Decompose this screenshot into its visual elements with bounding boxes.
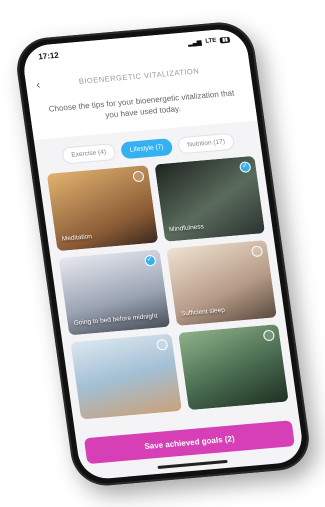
page-title: BIOENERGETIC VITALIZATION (77, 65, 200, 85)
tip-card[interactable] (69, 332, 181, 419)
tip-card-bed-before-midnight[interactable]: ✓ Going to bed before midnight (58, 248, 170, 335)
back-arrow-icon[interactable]: ‹ (35, 76, 53, 91)
battery-icon: ▮▮ (219, 36, 230, 43)
phone-frame: 17:12 ▂▄▆ LTE ▮▮ ‹ BIOENERGETIC VITALIZA… (12, 19, 313, 488)
home-indicator (156, 459, 228, 469)
tip-card[interactable] (177, 323, 289, 410)
tab-nutrition[interactable]: Nutrition (17) (176, 131, 235, 154)
phone-mockup: 17:12 ▂▄▆ LTE ▮▮ ‹ BIOENERGETIC VITALIZA… (0, 0, 325, 507)
save-goals-button[interactable]: Save achieved goals (2) (83, 419, 295, 464)
tip-card-meditation[interactable]: Meditation (46, 164, 158, 251)
tip-card-sufficient-sleep[interactable]: Sufficient sleep (165, 239, 277, 326)
app-screen: 17:12 ▂▄▆ LTE ▮▮ ‹ BIOENERGETIC VITALIZA… (20, 26, 305, 481)
tab-exercise[interactable]: Exercise (4) (60, 142, 116, 164)
tip-card-mindfulness[interactable]: ✓ Mindfulness (153, 154, 265, 241)
status-time: 17:12 (37, 49, 59, 61)
tips-grid: Meditation ✓ Mindfulness ✓ Going to bed … (38, 154, 296, 419)
signal-icon: ▂▄▆ (187, 39, 202, 47)
status-icons: ▂▄▆ LTE ▮▮ (187, 36, 230, 47)
network-label: LTE (204, 37, 217, 45)
tab-lifestyle[interactable]: Lifestyle (7) (119, 137, 174, 159)
